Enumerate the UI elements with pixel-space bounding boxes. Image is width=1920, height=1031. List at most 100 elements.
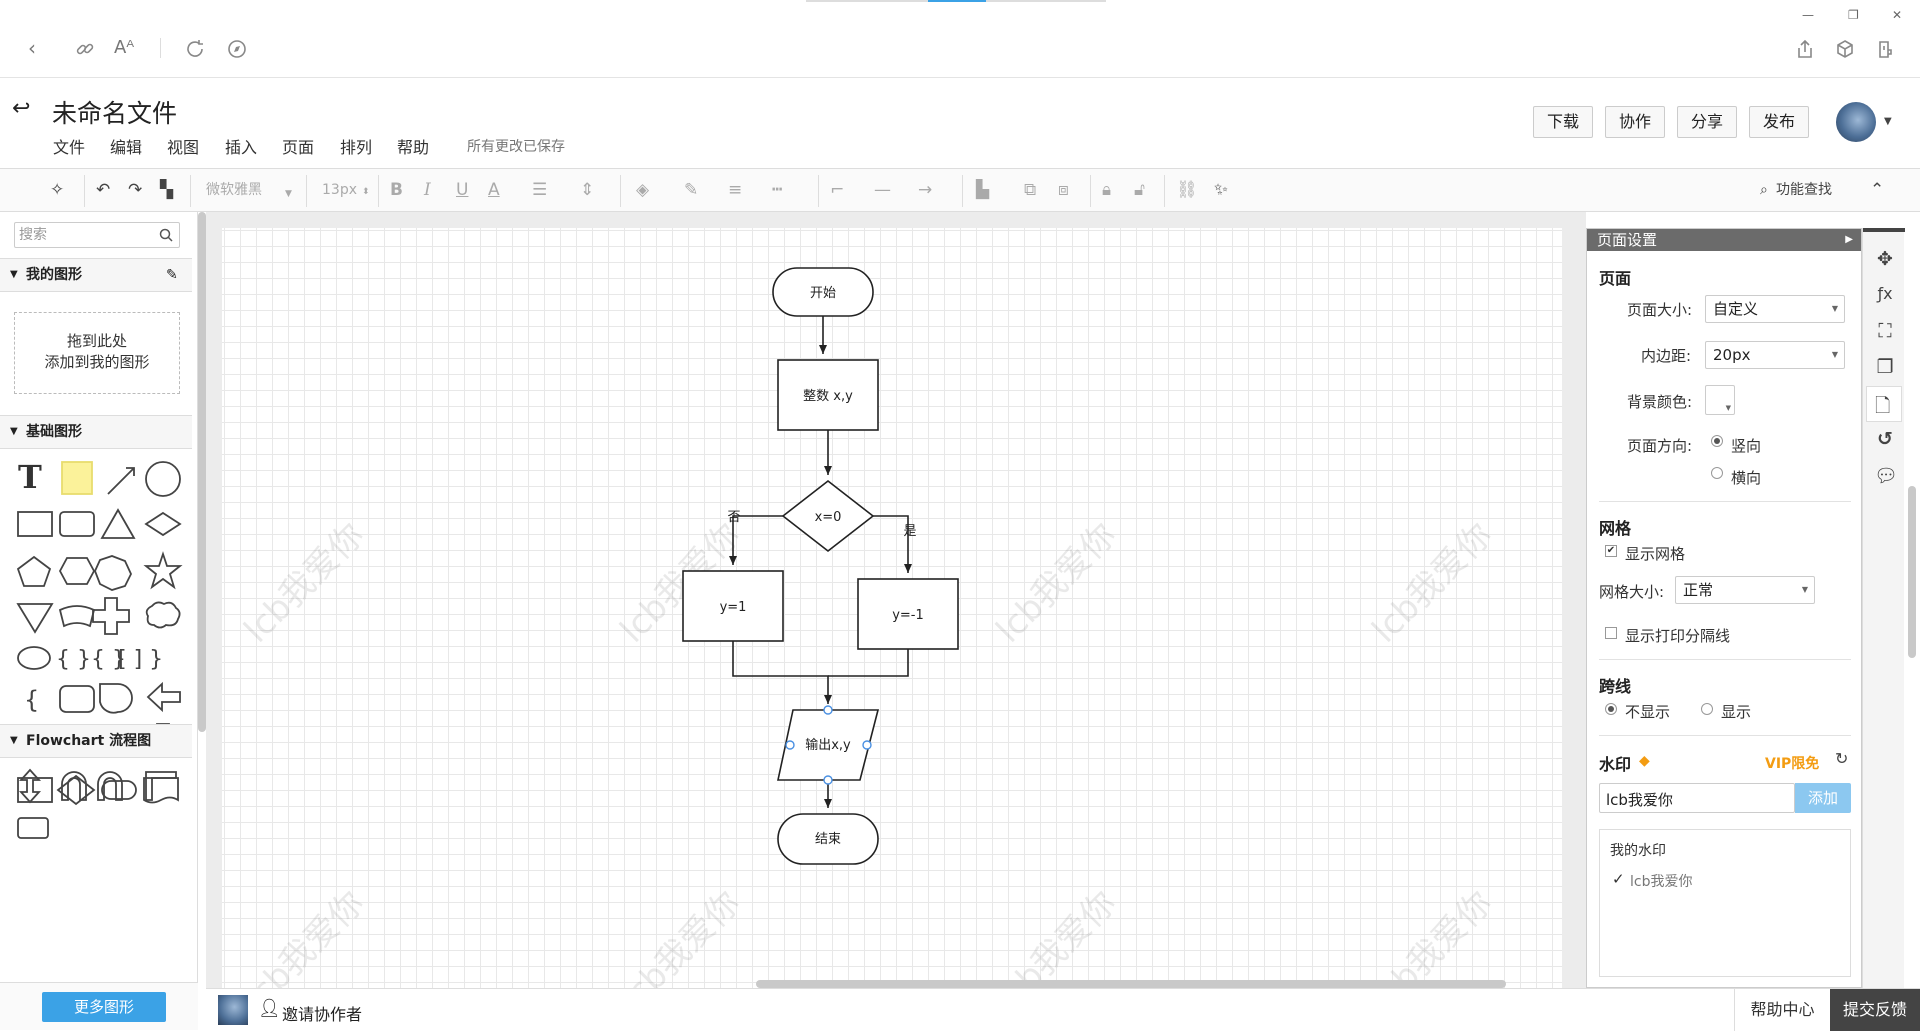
padding-select[interactable]: 20px ▼ (1705, 341, 1845, 369)
paint-brush-icon[interactable]: ▚ (160, 179, 173, 201)
diamond-shape[interactable] (144, 511, 182, 537)
menu-file[interactable]: 文件 (53, 134, 85, 158)
inverted-triangle-shape[interactable] (16, 603, 54, 634)
jump-show-radio[interactable] (1701, 703, 1713, 715)
rounded-rect-shape[interactable] (59, 511, 95, 537)
declare-node[interactable] (777, 359, 879, 431)
font-size-icon[interactable]: Aᴬ (114, 36, 134, 60)
connector-icon[interactable]: ⌐ (830, 179, 844, 201)
line-color-icon[interactable]: ✎ (684, 179, 698, 201)
portrait-label[interactable]: 竖向 (1731, 435, 1761, 456)
back-icon[interactable]: ↩ (12, 96, 30, 121)
terminator-shape[interactable] (101, 780, 137, 800)
basic-shapes-header[interactable]: ▼ 基础图形 (0, 415, 192, 449)
collaborate-button[interactable]: 协作 (1605, 106, 1665, 138)
collaborator-avatar[interactable] (218, 995, 248, 1025)
feature-search[interactable]: 功能查找 (1776, 179, 1832, 201)
help-center-button[interactable]: 帮助中心 (1734, 989, 1830, 1031)
landscape-radio[interactable] (1711, 467, 1723, 479)
menu-arrange[interactable]: 排列 (340, 134, 372, 158)
bring-front-icon[interactable]: ⧉ (1024, 179, 1036, 201)
horizontal-scrollbar[interactable] (756, 980, 1506, 988)
line-width-icon[interactable]: ≡ (728, 179, 742, 201)
page-size-select[interactable]: 自定义 ▼ (1705, 295, 1845, 323)
menu-page[interactable]: 页面 (282, 134, 314, 158)
cube-icon[interactable] (1834, 38, 1856, 60)
watermark-list-item[interactable]: lcb我爱你 (1630, 871, 1692, 891)
portrait-radio[interactable] (1711, 435, 1723, 447)
compass-icon[interactable] (226, 38, 248, 60)
send-back-icon[interactable]: ⧈ (1058, 179, 1069, 201)
underline-icon[interactable]: U (456, 179, 468, 201)
arrow-line-shape[interactable] (107, 467, 135, 495)
bold-icon[interactable]: B (390, 179, 403, 201)
left-scrollbar[interactable] (198, 212, 206, 732)
invite-collaborator[interactable]: 邀请协作者 (282, 1001, 362, 1025)
fill-color-icon[interactable]: ◈ (636, 179, 649, 201)
redo-icon[interactable]: ↷ (128, 179, 142, 201)
process-shape[interactable] (17, 777, 53, 803)
align-shapes-icon[interactable]: ▙ (976, 179, 989, 201)
cloud-shape[interactable] (145, 601, 181, 629)
flowchart-header[interactable]: ▼ Flowchart 流程图 (0, 724, 192, 758)
landscape-label[interactable]: 横向 (1731, 467, 1761, 488)
menu-view[interactable]: 视图 (167, 134, 199, 158)
user-avatar[interactable] (1836, 102, 1876, 142)
refresh-icon[interactable] (184, 38, 206, 60)
left-brace-shape[interactable]: { (24, 686, 39, 714)
menu-insert[interactable]: 插入 (225, 134, 257, 158)
chevron-down-icon[interactable]: ▼ (1884, 116, 1892, 127)
bg-color-picker[interactable]: ▼ (1705, 385, 1735, 415)
italic-icon[interactable]: I (424, 179, 431, 201)
add-watermark-button[interactable]: 添加 (1795, 783, 1851, 813)
undo-icon[interactable]: ↶ (96, 179, 110, 201)
cross-shape[interactable] (92, 597, 130, 635)
more-shapes-button[interactable]: 更多图形 (42, 992, 166, 1022)
publish-button[interactable]: 发布 (1749, 106, 1809, 138)
page-settings-tab[interactable]: 🗋︎ (1866, 386, 1902, 422)
pages-icon[interactable]: ❐ (1874, 356, 1896, 378)
print-lines-checkbox[interactable] (1605, 627, 1617, 639)
y-neg1-node[interactable] (857, 578, 959, 650)
show-grid-label[interactable]: 显示网格 (1625, 543, 1685, 564)
line-style-icon[interactable]: ┅ (772, 179, 782, 201)
text-shape[interactable]: T (18, 460, 42, 496)
reset-icon[interactable]: ↻ (1835, 749, 1848, 768)
format-painter-icon[interactable]: ✧ (50, 179, 64, 201)
close-window-button[interactable]: ✕ (1892, 8, 1902, 22)
brace-shape[interactable]: { }{ } (56, 647, 126, 672)
stepper-icon[interactable]: ⬍ (362, 181, 370, 203)
hexagon-shape[interactable] (58, 557, 96, 585)
jump-hide-label[interactable]: 不显示 (1625, 701, 1670, 722)
link-icon[interactable]: ⛓ (1176, 179, 1198, 201)
search-icon[interactable]: ⌕ (1760, 179, 1768, 201)
jump-show-label[interactable]: 显示 (1721, 701, 1751, 722)
output-node[interactable] (777, 709, 880, 781)
line-spacing-icon[interactable]: ⇕ (580, 179, 594, 201)
octagon-shape[interactable] (94, 555, 132, 591)
add-user-icon[interactable]: 👤︎ (258, 998, 281, 1019)
right-scrollbar[interactable] (1908, 486, 1916, 658)
my-shapes-dropzone[interactable]: 拖到此处 添加到我的图形 (14, 312, 180, 394)
jump-hide-radio[interactable] (1605, 703, 1617, 715)
edit-icon[interactable]: ✎ (166, 259, 178, 291)
minimize-button[interactable]: — (1802, 8, 1814, 22)
formula-icon[interactable]: ƒx (1874, 284, 1896, 303)
grid-size-select[interactable]: 正常 ▼ (1675, 576, 1815, 604)
card-shape[interactable] (59, 685, 95, 713)
history-icon[interactable]: ↺ (1874, 428, 1896, 450)
shape-search[interactable] (14, 222, 180, 248)
collapse-panel-icon[interactable]: ▶ (1845, 229, 1853, 251)
ellipse-shape[interactable] (17, 646, 51, 670)
unlock-icon[interactable]: 🔓︎ (1134, 179, 1145, 201)
left-arrow-shape[interactable] (146, 681, 181, 713)
show-grid-checkbox[interactable]: ✔ (1605, 545, 1617, 557)
lock-icon[interactable]: 🔒︎ (1102, 179, 1111, 201)
arrow-end-icon[interactable]: → (918, 179, 932, 201)
document-shape[interactable] (143, 777, 179, 804)
crop-icon[interactable]: ⛶ (1874, 320, 1896, 342)
print-lines-label[interactable]: 显示打印分隔线 (1625, 625, 1730, 646)
comment-icon[interactable]: 💬︎ (1874, 464, 1898, 487)
share-out-icon[interactable] (1794, 38, 1816, 60)
font-family-select[interactable]: 微软雅黑 (206, 179, 262, 201)
